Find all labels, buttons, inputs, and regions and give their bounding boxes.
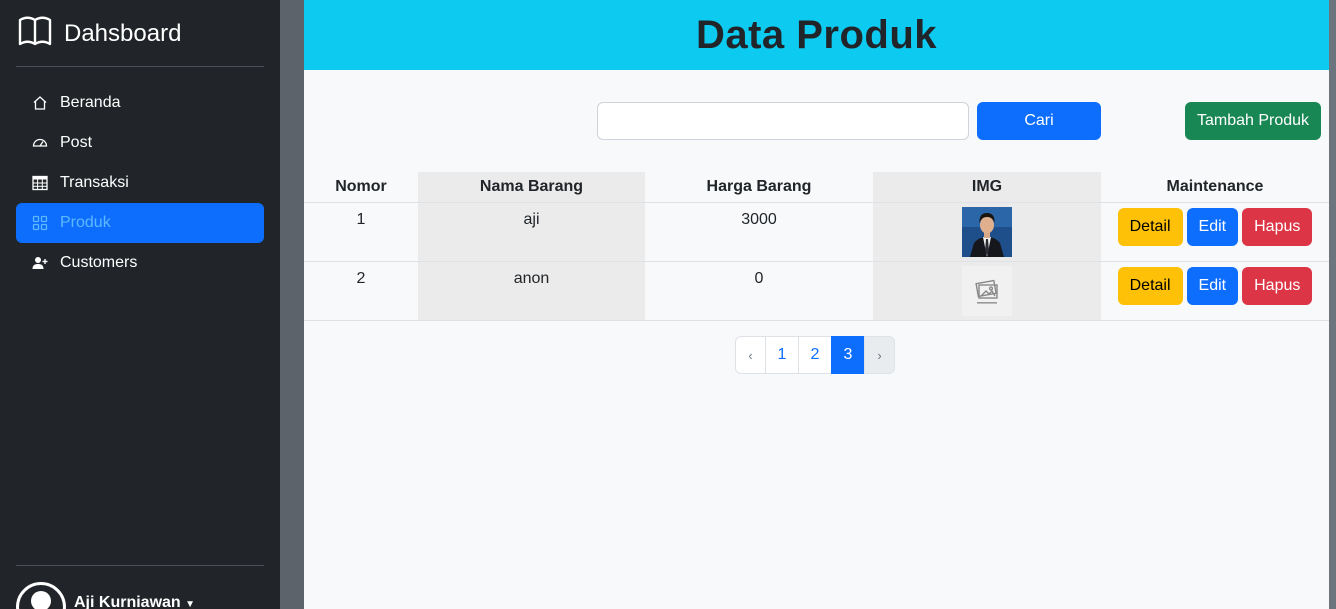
cell-nomor: 2 bbox=[304, 261, 418, 321]
cell-nama: aji bbox=[418, 202, 645, 262]
row-actions: Detail Edit Hapus bbox=[1101, 266, 1329, 305]
main-content: Data Produk Cari Tambah Produk Nomor Nam… bbox=[304, 0, 1329, 609]
cell-harga: 3000 bbox=[645, 202, 873, 262]
sidebar-item-label: Post bbox=[60, 134, 93, 151]
table-row: 1 aji 3000 Detail Edit Hapus bbox=[304, 202, 1329, 262]
add-product-button[interactable]: Tambah Produk bbox=[1185, 102, 1321, 140]
pagination-prev[interactable]: ‹ bbox=[735, 336, 766, 374]
sidebar-item-produk[interactable]: Produk bbox=[16, 203, 264, 243]
edit-button[interactable]: Edit bbox=[1186, 207, 1239, 246]
cell-nama: anon bbox=[418, 261, 645, 321]
cell-maintenance: Detail Edit Hapus bbox=[1101, 261, 1329, 321]
sidebar-item-post[interactable]: Post bbox=[16, 123, 264, 163]
delete-button[interactable]: Hapus bbox=[1242, 207, 1313, 246]
sidebar-item-label: Transaksi bbox=[60, 174, 129, 191]
gutter bbox=[280, 0, 304, 609]
cell-img bbox=[873, 261, 1101, 321]
sidebar-nav: Beranda Post Transaksi Produk Customers bbox=[16, 83, 264, 283]
brand-title: Dahsboard bbox=[64, 19, 182, 47]
pagination-page-1[interactable]: 1 bbox=[765, 336, 799, 374]
caret-down-icon: ▼ bbox=[185, 599, 196, 609]
sidebar-item-customers[interactable]: Customers bbox=[16, 243, 264, 283]
column-header-img: IMG bbox=[873, 172, 1101, 203]
sidebar-item-transaksi[interactable]: Transaksi bbox=[16, 163, 264, 203]
search-button[interactable]: Cari bbox=[977, 102, 1101, 140]
detail-button[interactable]: Detail bbox=[1117, 207, 1183, 246]
person-add-icon bbox=[32, 255, 48, 271]
grid-icon bbox=[32, 215, 48, 231]
sidebar-item-beranda[interactable]: Beranda bbox=[16, 83, 264, 123]
column-header-maintenance: Maintenance bbox=[1101, 172, 1329, 203]
detail-button[interactable]: Detail bbox=[1117, 266, 1183, 305]
divider bbox=[16, 565, 264, 566]
pagination-page-3[interactable]: 3 bbox=[831, 336, 865, 374]
sidebar-item-label: Customers bbox=[60, 254, 138, 271]
user-name: Aji Kurniawan ▼ bbox=[74, 594, 196, 609]
column-header-nomor: Nomor bbox=[304, 172, 418, 203]
user-menu[interactable]: Aji Kurniawan ▼ bbox=[16, 582, 195, 609]
pagination: ‹ 1 2 3 › bbox=[735, 336, 895, 374]
no-image-placeholder-icon bbox=[962, 265, 1012, 316]
edit-button[interactable]: Edit bbox=[1186, 266, 1239, 305]
table-row: 2 anon 0 Detail Edit Hapus bbox=[304, 261, 1329, 321]
page-header: Data Produk bbox=[304, 0, 1329, 70]
search-input[interactable] bbox=[597, 102, 969, 140]
divider bbox=[16, 66, 264, 67]
table-header-row: Nomor Nama Barang Harga Barang IMG Maint… bbox=[304, 172, 1329, 203]
page-title: Data Produk bbox=[695, 12, 938, 57]
sidebar-item-label: Beranda bbox=[60, 94, 121, 111]
delete-button[interactable]: Hapus bbox=[1242, 266, 1313, 305]
book-icon bbox=[18, 16, 52, 51]
pagination-page-2[interactable]: 2 bbox=[798, 336, 832, 374]
house-icon bbox=[32, 95, 48, 111]
column-header-harga: Harga Barang bbox=[645, 172, 873, 203]
cell-harga: 0 bbox=[645, 261, 873, 321]
pagination-next[interactable]: › bbox=[864, 336, 895, 374]
avatar bbox=[16, 582, 66, 609]
table-icon bbox=[32, 175, 48, 191]
row-actions: Detail Edit Hapus bbox=[1101, 207, 1329, 246]
product-photo-image bbox=[962, 206, 1012, 257]
speedometer-icon bbox=[32, 135, 48, 151]
sidebar: Dahsboard Beranda Post Transaksi Produk … bbox=[0, 0, 280, 609]
column-header-nama: Nama Barang bbox=[418, 172, 645, 203]
product-table: Nomor Nama Barang Harga Barang IMG Maint… bbox=[304, 172, 1329, 321]
cell-img bbox=[873, 202, 1101, 262]
cell-maintenance: Detail Edit Hapus bbox=[1101, 202, 1329, 262]
scrollbar-track[interactable] bbox=[1329, 0, 1336, 609]
brand[interactable]: Dahsboard bbox=[18, 16, 181, 51]
cell-nomor: 1 bbox=[304, 202, 418, 262]
sidebar-item-label: Produk bbox=[60, 214, 111, 231]
